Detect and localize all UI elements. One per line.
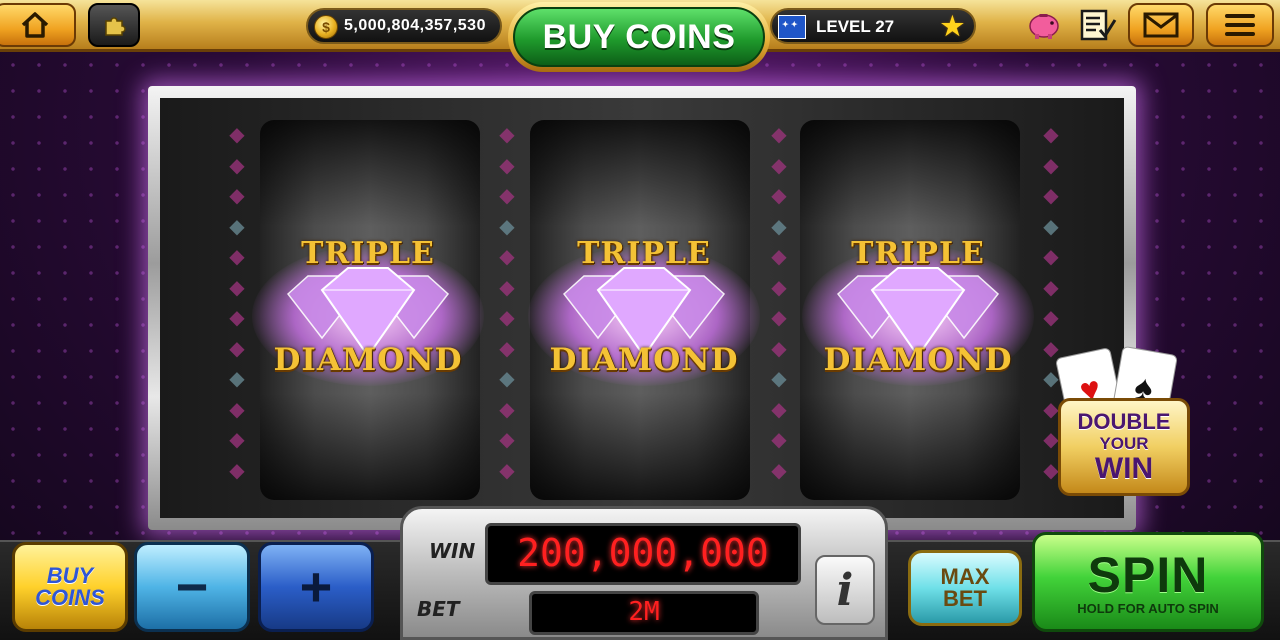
win-bet-meter: WIN 200,000,000 BET 2M i — [400, 506, 888, 640]
increase-bet-button[interactable]: + — [258, 542, 374, 632]
buy-coins-line2: COINS — [35, 585, 105, 610]
buy-coins-top-label: BUY COINS — [513, 7, 765, 67]
spin-label: SPIN — [1087, 546, 1209, 603]
spin-hint: HOLD FOR AUTO SPIN — [1077, 600, 1219, 616]
coin-icon: $ — [314, 15, 338, 39]
piggy-bank-icon — [1029, 14, 1059, 39]
decrease-bet-button[interactable]: − — [134, 542, 250, 632]
double-your-win-badge: DOUBLE YOUR WIN — [1058, 398, 1190, 496]
coin-balance: $ 5,000,804,357,530 — [306, 8, 502, 44]
double-your-win-button[interactable]: ♥ ♠ DOUBLE YOUR WIN — [1054, 345, 1192, 500]
info-icon: i — [836, 564, 854, 616]
win-label: WIN — [429, 539, 476, 563]
gem-column-2: ◆ ◆ ◆ ◆ ◆ ◆ ◆ ◆ ◆ ◆ ◆ ◆ — [499, 124, 515, 482]
symbol-word-top: TRIPLE — [301, 236, 435, 271]
reel-symbol: TRIPLE DIAMOND — [252, 236, 484, 386]
buy-coins-button[interactable]: BUY COINS — [12, 542, 128, 632]
max-bet-button[interactable]: MAX BET — [908, 550, 1022, 626]
checklist-icon — [1080, 9, 1117, 41]
info-button[interactable]: i — [815, 555, 875, 625]
gem-column-3: ◆ ◆ ◆ ◆ ◆ ◆ ◆ ◆ ◆ ◆ ◆ ◆ — [771, 124, 787, 482]
plus-icon: + — [299, 555, 333, 618]
star-icon: ★ — [940, 11, 964, 41]
flag-icon — [778, 15, 806, 39]
symbol-word-bottom: DIAMOND — [549, 342, 739, 378]
max-bet-line2: BET — [942, 586, 987, 611]
symbol-word-top: TRIPLE — [851, 236, 985, 271]
puzzle-icon — [105, 17, 126, 36]
mail-icon — [1143, 12, 1179, 38]
reel-symbol: TRIPLE DIAMOND — [802, 236, 1034, 386]
bet-display: 2M — [529, 591, 759, 635]
symbol-word-top: TRIPLE — [577, 236, 711, 271]
dyw-line1: DOUBLE — [1077, 408, 1171, 434]
dyw-line2: YOUR — [1099, 433, 1149, 453]
mail-button[interactable] — [1128, 3, 1194, 47]
menu-button[interactable] — [1206, 3, 1274, 47]
dyw-line3: WIN — [1094, 451, 1154, 485]
home-icon — [21, 12, 49, 38]
level-display: LEVEL 27 ★ — [770, 8, 976, 44]
menu-icon — [1225, 14, 1255, 36]
piggy-bank-button[interactable] — [1022, 3, 1066, 47]
spin-button[interactable]: SPIN HOLD FOR AUTO SPIN — [1032, 532, 1264, 632]
balance-value: 5,000,804,357,530 — [344, 17, 486, 34]
home-button[interactable] — [0, 3, 76, 47]
reel-symbol: TRIPLE DIAMOND — [528, 236, 760, 386]
checklist-button[interactable] — [1074, 3, 1122, 47]
slot-machine-frame: ◆ ◆ ◆ ◆ ◆ ◆ ◆ ◆ ◆ ◆ ◆ ◆ ◆ ◆ ◆ ◆ ◆ ◆ ◆ ◆ ◆ ◆ ◆ ◆ ◆ ◆ ◆ ◆ ◆ ◆ ◆ ◆ ◆ ◆ ◆ ◆ ◆… — [148, 86, 1136, 530]
symbol-word-bottom: DIAMOND — [823, 342, 1013, 378]
buy-coins-line1: BUY — [46, 563, 94, 588]
buy-coins-top-button[interactable]: BUY COINS — [508, 2, 770, 72]
minus-icon: − — [175, 555, 209, 618]
level-label: LEVEL 27 — [816, 17, 895, 36]
symbol-word-bottom: DIAMOND — [273, 342, 463, 378]
slot-game-screen: $ 5,000,804,357,530 LEVEL 27 ★ — [0, 0, 1280, 640]
max-bet-line1: MAX — [940, 564, 990, 589]
puzzle-button[interactable] — [88, 3, 140, 47]
bet-label: BET — [417, 597, 460, 621]
win-display: 200,000,000 — [485, 523, 801, 585]
